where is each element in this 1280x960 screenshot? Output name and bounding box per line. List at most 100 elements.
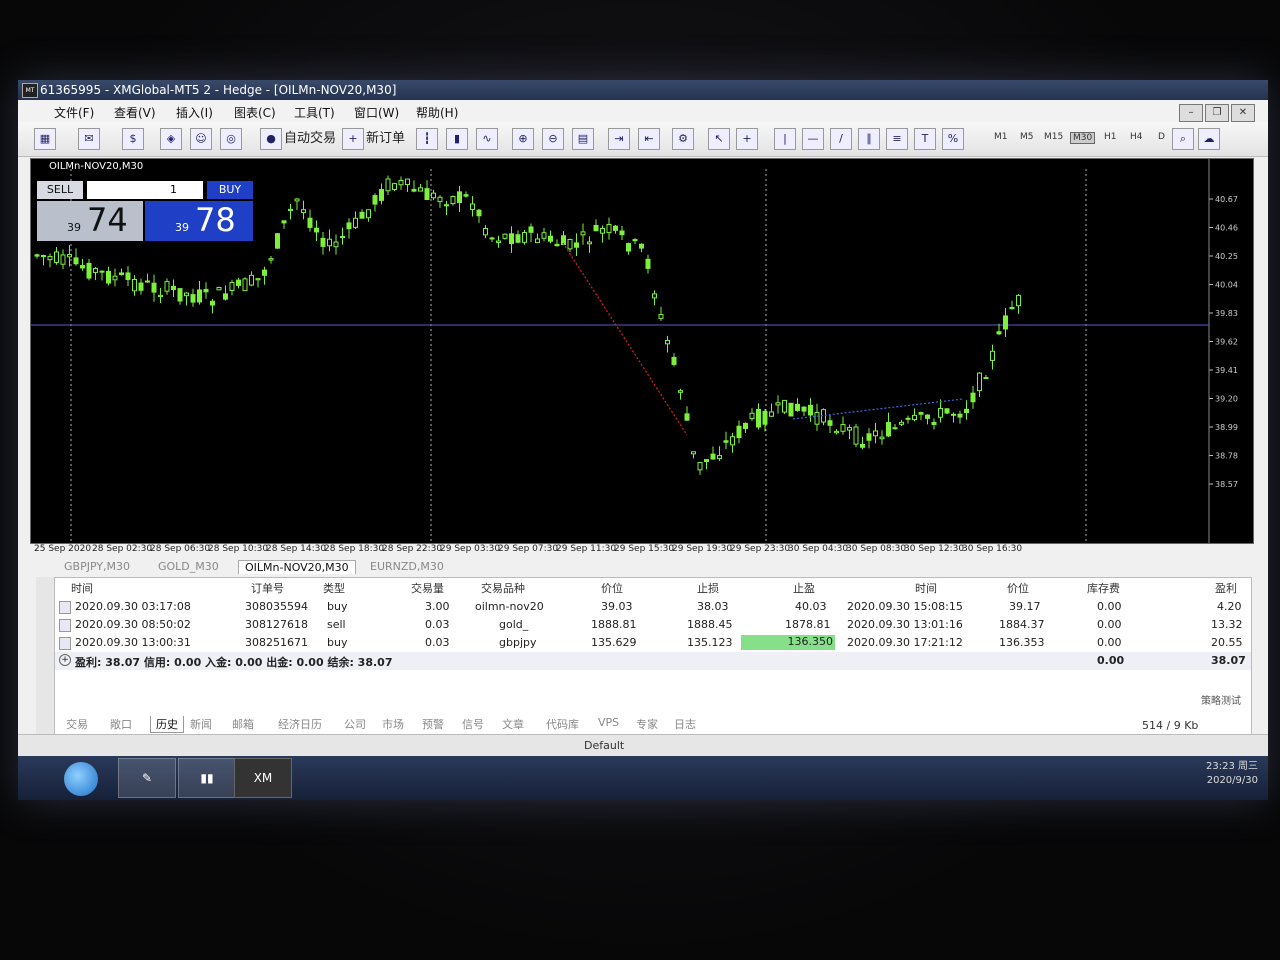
tab-history[interactable]: 历史 bbox=[150, 716, 184, 733]
menu-view[interactable]: 查看(V) bbox=[114, 104, 156, 121]
tab-vps[interactable]: VPS bbox=[598, 716, 619, 729]
market-icon[interactable]: $ bbox=[122, 128, 144, 150]
chart-window[interactable]: 40.67 40.46 40.25 40.04 39.83 39.62 39.41 39.20… bbox=[30, 158, 1254, 544]
cursor-icon[interactable]: ↖ bbox=[708, 128, 730, 150]
col-profit[interactable]: 盈利 bbox=[1215, 580, 1237, 596]
search-icon[interactable]: ⌕ bbox=[1172, 128, 1194, 150]
chart-shift-icon[interactable]: ⇤ bbox=[638, 128, 660, 150]
col-symbol[interactable]: 交易品种 bbox=[481, 580, 525, 596]
strategy-tester-link[interactable]: 策略测试 bbox=[1201, 692, 1241, 707]
shapes-icon[interactable]: % bbox=[942, 128, 964, 150]
tab-journal[interactable]: 日志 bbox=[674, 716, 696, 732]
position-row[interactable]: 2020.09.30 08:50:02 308127618 sell 0.03 … bbox=[55, 616, 1251, 634]
channel-icon[interactable]: ∥ bbox=[858, 128, 880, 150]
sell-button[interactable]: SELL bbox=[37, 181, 83, 199]
tab-signals[interactable]: 信号 bbox=[462, 716, 484, 732]
col-type[interactable]: 类型 bbox=[323, 580, 345, 596]
tf-h4[interactable]: H4 bbox=[1130, 132, 1143, 142]
crosshair-icon[interactable]: + bbox=[736, 128, 758, 150]
menu-file[interactable]: 文件(F) bbox=[54, 104, 94, 121]
new-order-icon[interactable]: + bbox=[342, 128, 364, 150]
tile-windows-icon[interactable]: ▤ bbox=[572, 128, 594, 150]
buy-price[interactable]: 39 78 bbox=[145, 201, 253, 241]
autotrade-button[interactable]: 自动交易 bbox=[284, 128, 336, 150]
tab-mailbox[interactable]: 邮箱 bbox=[232, 716, 254, 732]
trendline-icon[interactable]: / bbox=[830, 128, 852, 150]
col-ticket[interactable]: 订单号 bbox=[251, 580, 284, 596]
fibo-icon[interactable]: ≡ bbox=[886, 128, 908, 150]
signals-icon[interactable]: ◎ bbox=[220, 128, 242, 150]
candle-body bbox=[1003, 315, 1008, 330]
candle-body bbox=[184, 292, 189, 297]
tf-m1[interactable]: M1 bbox=[994, 132, 1008, 142]
status-bar: Default 514 / 9 Kb bbox=[18, 719, 1268, 757]
horizontal-line-icon[interactable]: — bbox=[802, 128, 824, 150]
tab-trade[interactable]: 交易 bbox=[66, 716, 88, 732]
col-tp[interactable]: 止盈 bbox=[793, 580, 815, 596]
buy-button[interactable]: BUY bbox=[207, 181, 253, 199]
tab-company[interactable]: 公司 bbox=[344, 716, 366, 732]
lot-size-input[interactable]: 1 bbox=[87, 181, 203, 199]
tab-oilmn[interactable]: OILMn-NOV20,M30 bbox=[238, 560, 356, 574]
menu-help[interactable]: 帮助(H) bbox=[416, 104, 458, 121]
taskbar-xm-icon[interactable]: XM bbox=[234, 758, 292, 798]
col-price[interactable]: 价位 bbox=[601, 580, 623, 596]
close-icon[interactable]: ✕ bbox=[1231, 104, 1255, 122]
navigator-icon[interactable]: ◈ bbox=[160, 128, 182, 150]
col-time2[interactable]: 时间 bbox=[915, 580, 937, 596]
tab-articles[interactable]: 文章 bbox=[502, 716, 524, 732]
tab-market[interactable]: 市场 bbox=[382, 716, 404, 732]
candle-chart-icon[interactable]: ▮ bbox=[446, 128, 468, 150]
line-chart-icon[interactable]: ∿ bbox=[476, 128, 498, 150]
vertical-line-icon[interactable]: | bbox=[774, 128, 796, 150]
position-row[interactable]: 2020.09.30 03:17:08 308035594 buy 3.00 o… bbox=[55, 598, 1251, 616]
position-row[interactable]: 2020.09.30 13:00:31 308251671 buy 0.03 g… bbox=[55, 634, 1251, 652]
tf-m15[interactable]: M15 bbox=[1044, 132, 1063, 142]
tf-m30[interactable]: M30 bbox=[1070, 132, 1096, 144]
menu-charts[interactable]: 图表(C) bbox=[234, 104, 276, 121]
tf-d1[interactable]: D bbox=[1158, 132, 1165, 142]
tab-gold[interactable]: GOLD_M30 bbox=[158, 560, 219, 573]
restore-icon[interactable]: ❐ bbox=[1205, 104, 1229, 122]
tf-m5[interactable]: M5 bbox=[1020, 132, 1034, 142]
col-price2[interactable]: 价位 bbox=[1007, 580, 1029, 596]
tab-codebase[interactable]: 代码库 bbox=[546, 716, 579, 732]
menu-tools[interactable]: 工具(T) bbox=[294, 104, 335, 121]
tab-alerts[interactable]: 预警 bbox=[422, 716, 444, 732]
tab-experts[interactable]: 专家 bbox=[636, 716, 658, 732]
col-time[interactable]: 时间 bbox=[71, 580, 93, 596]
col-sl[interactable]: 止损 bbox=[697, 580, 719, 596]
new-order-button[interactable]: 新订单 bbox=[366, 128, 405, 150]
tab-gbpjpy[interactable]: GBPJPY,M30 bbox=[64, 560, 130, 573]
data-window-icon[interactable]: ☺ bbox=[190, 128, 212, 150]
tab-exposure[interactable]: 敞口 bbox=[110, 716, 132, 732]
tf-h1[interactable]: H1 bbox=[1104, 132, 1117, 142]
indicators-icon[interactable]: ⚙ bbox=[672, 128, 694, 150]
tab-news[interactable]: 新闻 bbox=[190, 716, 212, 732]
cell-ticket: 308251671 bbox=[245, 636, 308, 649]
menu-window[interactable]: 窗口(W) bbox=[354, 104, 399, 121]
menu-insert[interactable]: 插入(I) bbox=[176, 104, 213, 121]
cell-time: 2020.09.30 08:50:02 bbox=[75, 618, 191, 631]
candle-body bbox=[294, 198, 300, 202]
text-icon[interactable]: T bbox=[914, 128, 936, 150]
expand-icon[interactable]: + bbox=[59, 654, 71, 666]
start-button-icon[interactable] bbox=[64, 762, 98, 796]
taskbar-mt5-icon[interactable]: ▮▮ bbox=[178, 758, 236, 798]
col-volume[interactable]: 交易量 bbox=[411, 580, 444, 596]
tab-eurnzd[interactable]: EURNZD,M30 bbox=[370, 560, 444, 573]
zoom-in-icon[interactable]: ⊕ bbox=[512, 128, 534, 150]
new-chart-icon[interactable]: ▦ bbox=[34, 128, 56, 150]
sell-price[interactable]: 39 74 bbox=[37, 201, 143, 241]
profiles-icon[interactable]: ✉ bbox=[78, 128, 100, 150]
autotrade-icon[interactable]: ● bbox=[260, 128, 282, 150]
candle-body bbox=[1009, 306, 1015, 310]
taskbar-paint-icon[interactable]: ✎ bbox=[118, 758, 176, 798]
autoscroll-icon[interactable]: ⇥ bbox=[608, 128, 630, 150]
tab-calendar[interactable]: 经济日历 bbox=[278, 716, 322, 732]
zoom-out-icon[interactable]: ⊖ bbox=[542, 128, 564, 150]
chat-icon[interactable]: ☁ bbox=[1198, 128, 1220, 150]
col-swap[interactable]: 库存费 bbox=[1087, 580, 1120, 596]
bar-chart-icon[interactable]: ┇ bbox=[416, 128, 438, 150]
minimize-icon[interactable]: – bbox=[1179, 104, 1203, 122]
